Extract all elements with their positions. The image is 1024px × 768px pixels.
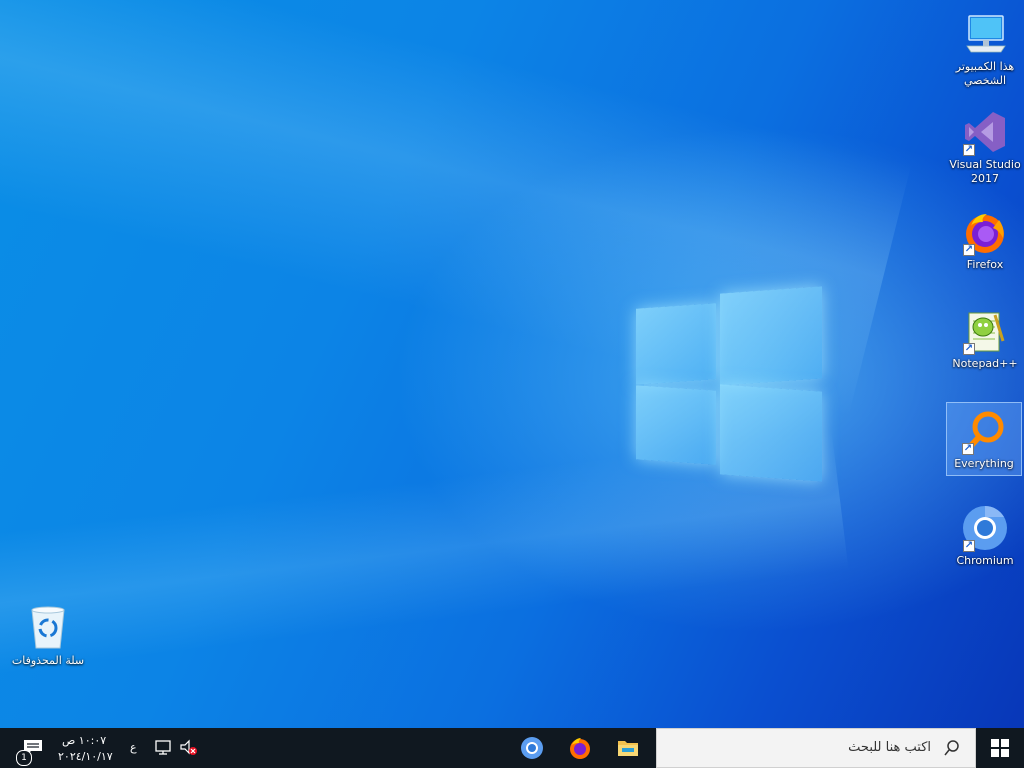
shortcut-arrow-icon: ↗ bbox=[962, 443, 974, 455]
volume-muted-icon[interactable] bbox=[178, 738, 200, 758]
desktop-icon-label: هذا الكمبيوتر الشخصي bbox=[955, 60, 1015, 87]
taskbar-firefox[interactable] bbox=[556, 728, 604, 768]
windows-logo-icon bbox=[991, 739, 1009, 757]
network-icon[interactable] bbox=[154, 738, 174, 758]
chromium-icon: ↗ bbox=[961, 504, 1009, 552]
this-pc-icon bbox=[961, 10, 1009, 58]
desktop-icon-label: سلة المحذوفات bbox=[11, 654, 85, 667]
shortcut-arrow-icon: ↗ bbox=[963, 343, 975, 355]
recycle-bin-icon bbox=[24, 604, 72, 652]
shortcut-arrow-icon: ↗ bbox=[963, 244, 975, 256]
wallpaper-windows-logo bbox=[636, 286, 824, 484]
desktop-icon-everything[interactable]: ↗ Everything bbox=[946, 402, 1022, 476]
taskbar-search-box[interactable]: اكتب هنا للبحث bbox=[656, 728, 976, 768]
search-placeholder: اكتب هنا للبحث bbox=[848, 740, 931, 755]
taskbar-chromium[interactable] bbox=[508, 728, 556, 768]
shortcut-arrow-icon: ↗ bbox=[963, 540, 975, 552]
shortcut-arrow-icon: ↗ bbox=[963, 144, 975, 156]
firefox-icon: ↗ bbox=[961, 208, 1009, 256]
notification-center-button[interactable]: 1 bbox=[16, 736, 50, 766]
chromium-icon bbox=[521, 737, 543, 759]
desktop-icon-label: Notepad++ bbox=[952, 357, 1018, 370]
desktop-icon-label: Everything bbox=[954, 457, 1014, 470]
search-icon bbox=[944, 740, 959, 756]
desktop-icon-chromium[interactable]: ↗ Chromium bbox=[947, 500, 1023, 572]
clock-time: ١٠:٠٧ ص bbox=[62, 734, 107, 747]
desktop-icon-this-pc[interactable]: هذا الكمبيوتر الشخصي bbox=[947, 6, 1023, 92]
clock-date: ٢٠٢٤/١٠/١٧ bbox=[58, 750, 113, 763]
firefox-icon bbox=[570, 738, 590, 759]
desktop[interactable]: هذا الكمبيوتر الشخصي ↗ Visual Studio 201… bbox=[0, 0, 1024, 728]
desktop-icon-label: Visual Studio 2017 bbox=[949, 158, 1021, 185]
visual-studio-icon: ↗ bbox=[961, 108, 1009, 156]
start-button[interactable] bbox=[976, 728, 1024, 768]
desktop-icon-recycle-bin[interactable]: سلة المحذوفات bbox=[10, 600, 86, 672]
desktop-icon-notepadpp[interactable]: ↗ Notepad++ bbox=[947, 303, 1023, 375]
taskbar: 1 ١٠:٠٧ ص ٢٠٢٤/١٠/١٧ ع اكتب هنا للبحث bbox=[0, 728, 1024, 768]
desktop-icon-label: Firefox bbox=[966, 258, 1004, 271]
desktop-icon-firefox[interactable]: ↗ Firefox bbox=[947, 204, 1023, 276]
desktop-icon-visual-studio[interactable]: ↗ Visual Studio 2017 bbox=[947, 104, 1023, 190]
clock[interactable]: ١٠:٠٧ ص ٢٠٢٤/١٠/١٧ bbox=[56, 730, 116, 766]
input-language-indicator[interactable]: ع bbox=[130, 741, 137, 754]
file-explorer-icon bbox=[618, 741, 638, 756]
everything-search-icon: ↗ bbox=[960, 407, 1008, 455]
notepadpp-icon: ↗ bbox=[961, 307, 1009, 355]
notification-count-badge: 1 bbox=[16, 750, 32, 766]
taskbar-file-explorer[interactable] bbox=[604, 728, 652, 768]
desktop-icon-label: Chromium bbox=[956, 554, 1014, 567]
